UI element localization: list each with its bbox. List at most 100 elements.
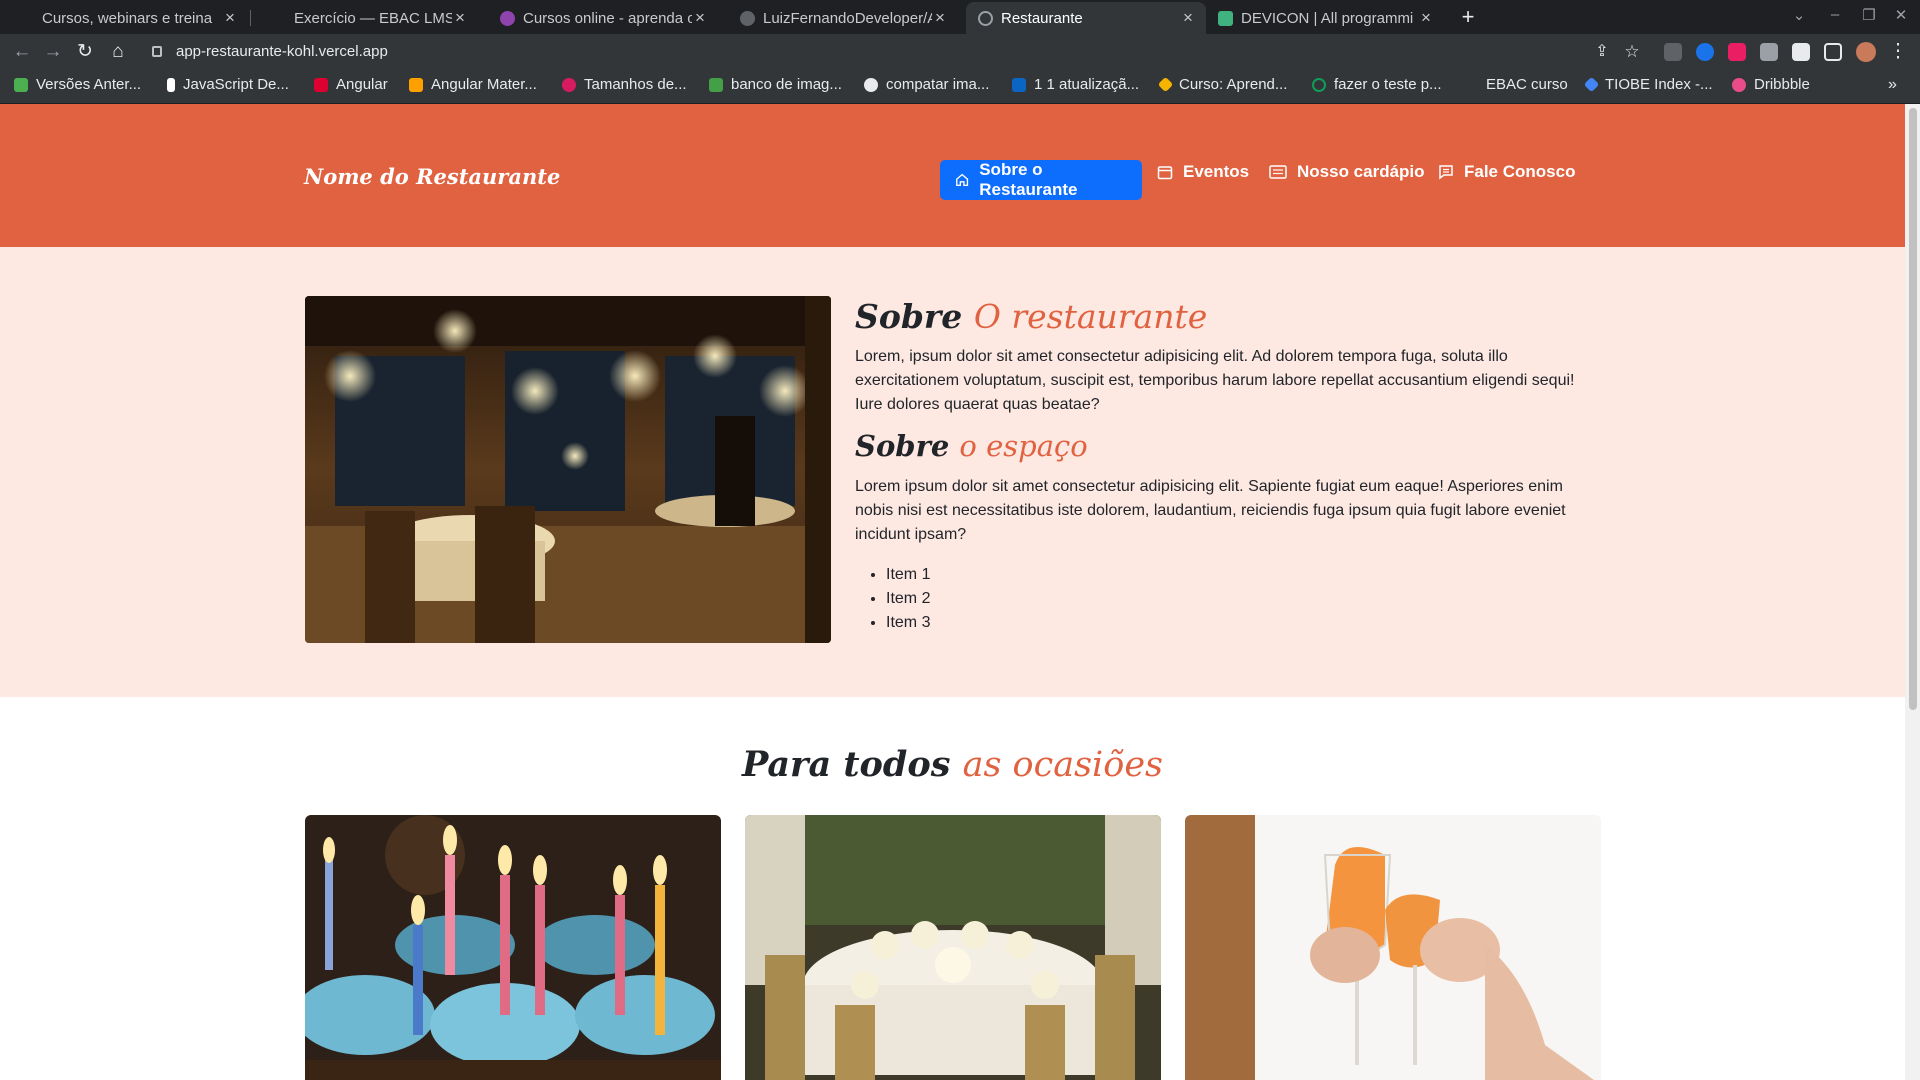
side-panel-icon[interactable] <box>1824 43 1842 61</box>
home-button-icon[interactable]: ⌂ <box>106 40 130 64</box>
bookmark-item[interactable]: 1 1 atualizaçã... <box>1012 76 1139 93</box>
bookmark-label: Angular Mater... <box>431 76 537 93</box>
bookmark-label: banco de imag... <box>731 76 842 93</box>
bookmark-item[interactable]: Versões Anter... <box>14 76 141 93</box>
tab-strip: Cursos, webinars e treina × Exercício — … <box>0 0 1920 34</box>
bookmark-label: Dribbble <box>1754 76 1810 93</box>
github-icon <box>740 10 755 26</box>
dribbble-icon <box>1732 77 1746 92</box>
kebab-menu-icon[interactable]: ⋮ <box>1886 40 1910 64</box>
share-icon[interactable]: ⇪ <box>1590 40 1614 64</box>
occasion-card-event[interactable] <box>745 815 1161 1080</box>
bookmark-label: EBAC curso <box>1486 76 1568 93</box>
udemy-icon <box>500 10 515 26</box>
list-item: Item 2 <box>886 587 930 611</box>
browser-chrome: Cursos, webinars e treina × Exercício — … <box>0 0 1920 104</box>
close-icon[interactable]: × <box>1418 8 1434 28</box>
bookmark-icon <box>14 77 28 92</box>
close-icon[interactable]: × <box>692 8 708 28</box>
extension-pink-icon[interactable] <box>1728 43 1746 61</box>
bookmark-item[interactable]: EBAC curso <box>1486 76 1568 93</box>
tab-title: Exercício — EBAC LMS <box>294 9 452 27</box>
scrollbar-thumb[interactable] <box>1909 108 1917 710</box>
nav-sobre-restaurante[interactable]: Sobre o Restaurante <box>940 160 1142 200</box>
restaurant-interior-image <box>305 296 831 643</box>
title-plain: Para todos <box>742 744 951 785</box>
back-icon[interactable]: ← <box>10 40 34 64</box>
close-icon[interactable]: × <box>222 8 238 28</box>
bookmark-item[interactable]: compatar ima... <box>864 76 989 93</box>
nav-fale-conosco[interactable]: Fale Conosco <box>1438 152 1575 192</box>
extension-pen-icon[interactable] <box>1760 43 1778 61</box>
bookmark-item[interactable]: Angular <box>314 76 388 93</box>
tab-exercicio-ebac[interactable]: Exercício — EBAC LMS × <box>268 2 478 34</box>
site-header: Nome do Restaurante Sobre o Restaurante … <box>0 104 1905 247</box>
restore-icon[interactable]: ❐ <box>1858 6 1880 24</box>
minimize-icon[interactable]: – <box>1824 6 1846 23</box>
tab-restaurante[interactable]: Restaurante × <box>966 2 1206 34</box>
bookmark-item[interactable]: Angular Mater... <box>409 76 537 93</box>
nav-cardapio[interactable]: Nosso cardápio <box>1269 152 1425 192</box>
bookmark-item[interactable]: TIOBE Index -... <box>1583 76 1713 93</box>
tab-title: Cursos online - aprenda o <box>523 9 692 27</box>
close-icon[interactable]: × <box>932 8 948 28</box>
close-icon[interactable]: × <box>452 8 468 28</box>
bookmark-item[interactable]: Curso: Aprend... <box>1157 76 1288 93</box>
tab-title: Restaurante <box>1001 9 1083 27</box>
tab-cursos-webinars[interactable]: Cursos, webinars e treina × <box>30 2 248 34</box>
tab-search-icon[interactable]: ⌄ <box>1788 6 1810 24</box>
tab-title: Cursos, webinars e treina <box>42 9 213 27</box>
bookmark-label: fazer o teste p... <box>1334 76 1442 93</box>
close-icon[interactable]: × <box>1180 8 1196 28</box>
globe-icon <box>978 10 993 26</box>
new-tab-button[interactable]: + <box>1454 4 1482 30</box>
linkedin-icon <box>1012 77 1026 92</box>
about-paragraph: Lorem, ipsum dolor sit amet consectetur … <box>855 348 1575 413</box>
extension-blue-icon[interactable] <box>1696 43 1714 61</box>
browser-toolbar: ← → ↻ ⌂ app-restaurante-kohl.vercel.app … <box>0 34 1920 70</box>
occasions-title: Para todos as ocasiões <box>0 744 1905 785</box>
brand-logo[interactable]: Nome do Restaurante <box>304 164 560 189</box>
bookmark-item[interactable]: banco de imag... <box>709 76 842 93</box>
nav-label: Nosso cardápio <box>1297 162 1425 181</box>
reload-icon[interactable]: ↻ <box>73 40 97 64</box>
menu-card-icon <box>1269 165 1287 179</box>
space-title: Sobre o espaço <box>855 429 1088 463</box>
bookmark-item[interactable]: fazer o teste p... <box>1312 76 1442 93</box>
angular-icon <box>314 77 328 92</box>
bookmark-label: Tamanhos de... <box>584 76 687 93</box>
tab-title: DEVICON | All programmi <box>1241 9 1414 27</box>
close-window-icon[interactable]: ✕ <box>1890 6 1912 24</box>
nav-eventos[interactable]: Eventos <box>1157 152 1249 192</box>
toast-drinks-image <box>1185 815 1601 1080</box>
extensions-puzzle-icon[interactable] <box>1792 43 1810 61</box>
page-viewport: Nome do Restaurante Sobre o Restaurante … <box>0 104 1905 1080</box>
bookmark-label: Curso: Aprend... <box>1179 76 1288 93</box>
event-table-image <box>745 815 1161 1080</box>
bookmark-label: TIOBE Index -... <box>1605 76 1713 93</box>
tab-github[interactable]: LuizFernandoDeveloper/A × <box>728 2 958 34</box>
occasion-card-birthday[interactable] <box>305 815 721 1080</box>
nav-label: Fale Conosco <box>1464 162 1576 181</box>
address-bar[interactable]: app-restaurante-kohl.vercel.app <box>140 38 1580 66</box>
title-accent: as ocasiões <box>962 745 1163 785</box>
title-plain: Sobre <box>855 297 963 336</box>
bookmark-item[interactable]: JavaScript De... <box>167 76 289 93</box>
bookmark-label: 1 1 atualizaçã... <box>1034 76 1140 93</box>
profile-avatar[interactable] <box>1856 42 1876 62</box>
list-item: Item 3 <box>886 611 930 635</box>
occasion-card-drinks[interactable] <box>1185 815 1601 1080</box>
about-section: Sobre O restaurante Lorem, ipsum dolor s… <box>0 247 1905 697</box>
page-scrollbar[interactable] <box>1905 104 1920 1080</box>
tab-cursos-online[interactable]: Cursos online - aprenda o × <box>488 2 718 34</box>
more-bookmarks-icon[interactable]: » <box>1888 76 1897 94</box>
extension-z-icon[interactable] <box>1664 43 1682 61</box>
bookmark-item[interactable]: Tamanhos de... <box>562 76 687 93</box>
tab-devicon[interactable]: DEVICON | All programmi × <box>1206 2 1444 34</box>
forward-icon[interactable]: → <box>41 40 65 64</box>
bookmark-star-icon[interactable]: ☆ <box>1620 40 1644 64</box>
calendar-icon <box>1157 166 1173 180</box>
space-paragraph: Lorem ipsum dolor sit amet consectetur a… <box>855 478 1566 543</box>
bookmark-icon <box>1312 77 1326 92</box>
bookmark-item[interactable]: Dribbble <box>1732 76 1810 93</box>
